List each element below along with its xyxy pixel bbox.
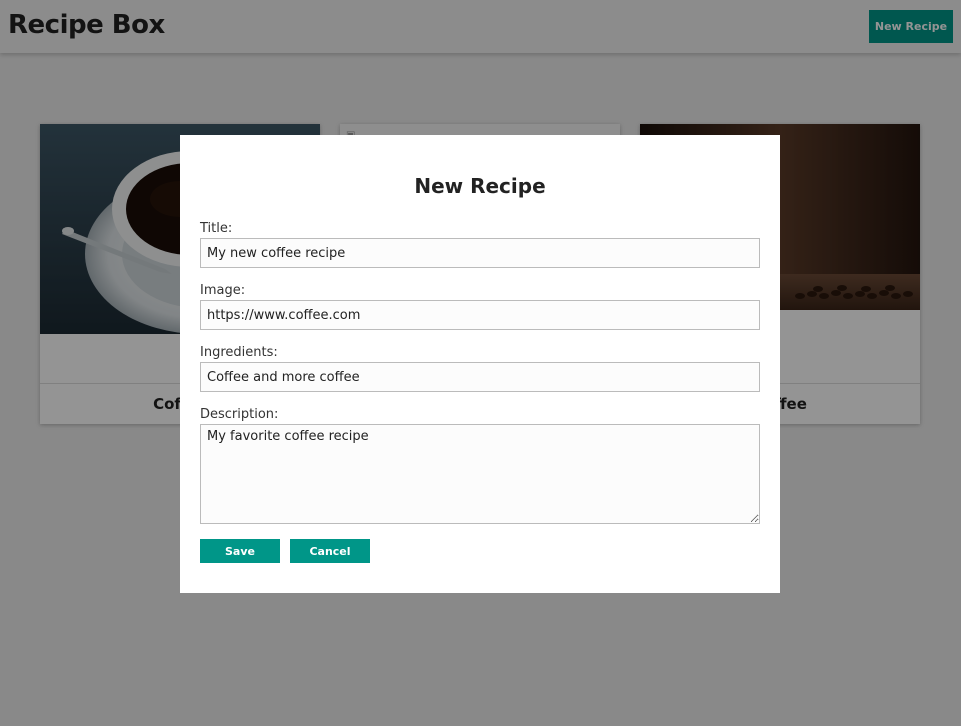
title-label: Title: xyxy=(200,221,233,236)
new-recipe-modal: New Recipe Title: Image: Ingredients: De… xyxy=(180,135,780,593)
cancel-button[interactable]: Cancel xyxy=(290,539,370,563)
save-button[interactable]: Save xyxy=(200,539,280,563)
image-label: Image: xyxy=(200,283,246,298)
description-label: Description: xyxy=(200,407,279,422)
ingredients-label: Ingredients: xyxy=(200,345,278,360)
description-textarea[interactable]: My favorite coffee recipe xyxy=(200,424,760,524)
image-url-input[interactable] xyxy=(200,300,760,330)
title-input[interactable] xyxy=(200,238,760,268)
ingredients-input[interactable] xyxy=(200,362,760,392)
modal-title: New Recipe xyxy=(414,174,546,198)
